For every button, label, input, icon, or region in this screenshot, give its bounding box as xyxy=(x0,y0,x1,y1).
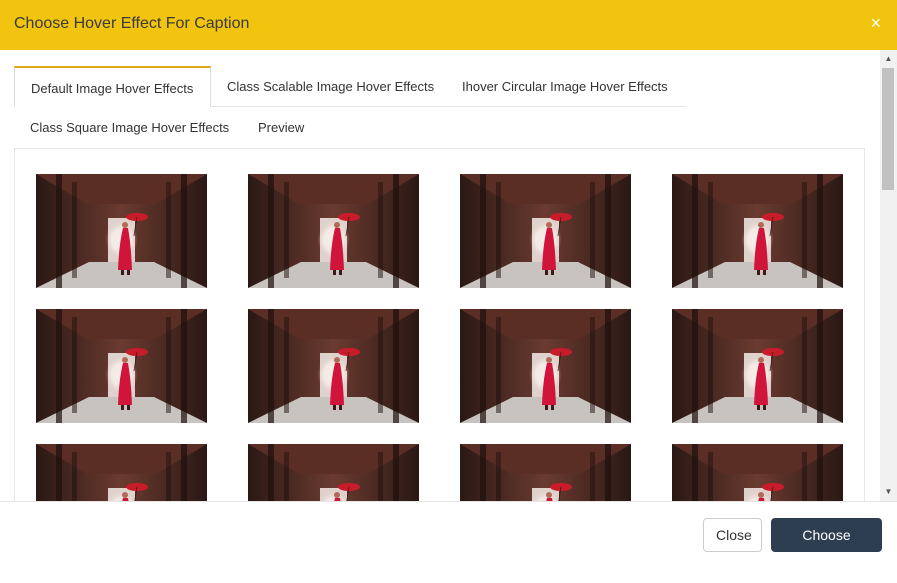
effect-thumbnail[interactable] xyxy=(460,444,631,501)
effect-thumbnail[interactable] xyxy=(672,174,843,288)
modal-title: Choose Hover Effect For Caption xyxy=(14,15,250,32)
tab-class-scalable-image-hover-effects[interactable]: Class Scalable Image Hover Effects xyxy=(211,66,450,107)
tab-divider xyxy=(211,106,686,107)
scrollbar-thumb[interactable] xyxy=(882,68,894,190)
monk-with-red-umbrella-photo xyxy=(672,444,843,501)
monk-with-red-umbrella-photo xyxy=(460,309,631,423)
monk-with-red-umbrella-photo xyxy=(672,309,843,423)
monk-with-red-umbrella-photo xyxy=(248,444,419,501)
close-button[interactable]: Close xyxy=(703,518,762,552)
scroll-area: Default Image Hover Effects Class Scalab… xyxy=(0,50,880,501)
effect-thumbnail[interactable] xyxy=(460,174,631,288)
choose-effect-button[interactable]: Choose Effect xyxy=(771,518,882,575)
close-icon[interactable]: × xyxy=(870,13,881,33)
effect-thumbnail[interactable] xyxy=(248,309,419,423)
effect-thumbnail[interactable] xyxy=(248,444,419,501)
monk-with-red-umbrella-photo xyxy=(36,174,207,288)
scroll-down-arrow-icon[interactable]: ▼ xyxy=(880,485,897,499)
monk-with-red-umbrella-photo xyxy=(36,444,207,501)
effect-thumbnail[interactable] xyxy=(36,444,207,501)
monk-with-red-umbrella-photo xyxy=(460,174,631,288)
monk-with-red-umbrella-photo xyxy=(672,174,843,288)
effect-thumbnail[interactable] xyxy=(36,174,207,288)
vertical-scrollbar[interactable]: ▲ ▼ xyxy=(880,50,897,501)
monk-with-red-umbrella-photo xyxy=(248,309,419,423)
effect-thumbnail[interactable] xyxy=(672,444,843,501)
tab-class-square-image-hover-effects[interactable]: Class Square Image Hover Effects xyxy=(14,107,245,148)
modal-footer: Close Choose Effect xyxy=(0,501,897,575)
modal-body: Default Image Hover Effects Class Scalab… xyxy=(0,50,897,501)
tab-ihover-circular-image-hover-effects[interactable]: Ihover Circular Image Hover Effects xyxy=(446,66,684,107)
effect-thumbnail[interactable] xyxy=(248,174,419,288)
effect-thumbnail[interactable] xyxy=(460,309,631,423)
effects-gallery xyxy=(14,148,865,501)
monk-with-red-umbrella-photo xyxy=(248,174,419,288)
tab-preview[interactable]: Preview xyxy=(242,107,320,148)
effect-thumbnail[interactable] xyxy=(36,309,207,423)
effect-thumbnail[interactable] xyxy=(672,309,843,423)
monk-with-red-umbrella-photo xyxy=(36,309,207,423)
monk-with-red-umbrella-photo xyxy=(460,444,631,501)
modal-header: Choose Hover Effect For Caption × xyxy=(0,0,897,50)
scroll-up-arrow-icon[interactable]: ▲ xyxy=(880,52,897,66)
tab-default-image-hover-effects[interactable]: Default Image Hover Effects xyxy=(14,66,211,107)
